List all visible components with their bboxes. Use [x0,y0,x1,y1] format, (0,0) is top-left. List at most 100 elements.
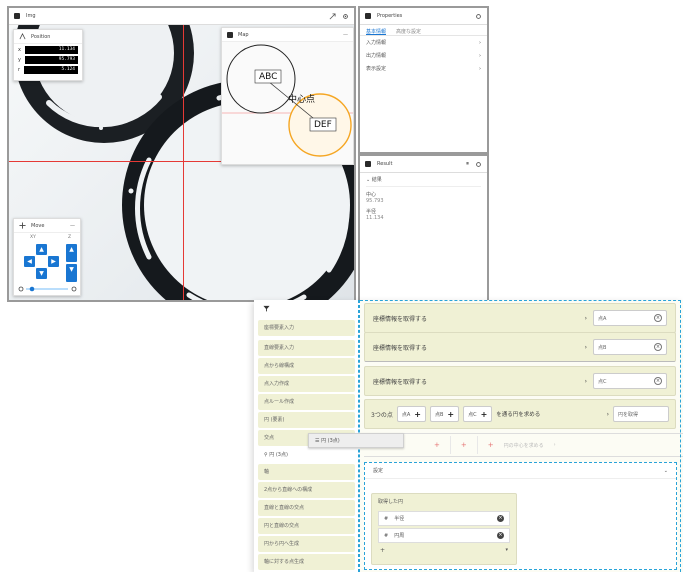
gear-icon[interactable] [342,13,349,20]
menu-item-input[interactable]: 入力情報 › [360,36,487,49]
chevron-right-icon: › [584,314,587,322]
three-point-circle-block[interactable]: 3つの点 点A + 点B + 点C + を通る円を求める › 円を取得 [364,399,676,429]
map-icon [227,31,233,38]
tab-advanced[interactable]: 高度な設定 [396,28,421,35]
map-label-center: 中心点 [288,95,316,105]
palette-item[interactable]: 円と直線の交点 [258,518,355,534]
result-select[interactable]: 円を取得 [613,406,669,422]
minimize-icon[interactable]: — [70,223,75,229]
tab-basic[interactable]: 基本情報 [366,28,387,35]
remove-icon[interactable]: × [497,515,504,522]
palette-item[interactable]: 座標要素入力 [258,320,355,336]
add-icon[interactable]: + [488,441,494,449]
properties-tabs: 基本情報 高度な設定 [360,25,487,36]
chevron-right-icon: › [479,39,481,46]
camera-image[interactable]: Position x 11.134 y 95.793 r 5.124 Move … [9,25,354,300]
chevron-down-icon[interactable]: ⌄ [664,468,668,474]
app-icon [14,13,20,19]
move-icon [19,222,26,229]
point-b-slot[interactable]: 点B + [429,406,460,422]
point-select[interactable]: 点A × [593,310,667,326]
coord-row-x: x 11.134 [18,46,78,54]
remove-icon[interactable]: × [497,532,504,539]
palette-item[interactable]: 円から円へ生成 [258,536,355,552]
palette-item[interactable]: 円 (要素) [258,412,355,428]
map-label-def: DEF [314,120,332,130]
coords-title: Position [31,33,51,40]
gear-icon[interactable] [475,13,482,20]
block-canvas[interactable]: 座標情報を取得する › 点A × 座標情報を取得する › 点B × 座標情報を取得す… [358,300,683,572]
drag-tooltip: ☰ 円 (3点) [308,433,404,448]
chevron-down-icon[interactable]: ⌄ [366,177,370,183]
jog-title: Move [31,222,45,229]
menu-item-output[interactable]: 出力情報 › [360,49,487,62]
add-icon[interactable]: + [434,441,440,449]
zoom-slider[interactable] [18,285,78,293]
palette-item[interactable]: 点ルール作成 [258,394,355,410]
result-title: Result [377,161,393,167]
menu-item-display[interactable]: 表示設定 › [360,62,487,75]
gear-icon[interactable] [475,161,482,168]
palette-item[interactable]: 直線要素入力 [258,340,355,356]
coord-row-r: r 5.124 [18,66,78,74]
crosshair-vertical [183,25,184,300]
z-up-button[interactable]: ▲ [66,244,77,262]
chevron-right-icon: › [553,442,556,448]
chevron-right-icon: › [479,52,481,59]
viewer-titlebar: Img [9,8,354,25]
filter-icon[interactable] [263,305,270,312]
axis-icon [19,33,26,40]
chevron-down-icon[interactable]: ▾ [505,547,508,554]
jog-down-button[interactable]: ▼ [36,268,47,279]
close-icon[interactable]: × [654,377,662,385]
circle-list-block[interactable]: 取得した円 # 半径 × # 円周 × + ▾ [371,493,517,565]
get-coordinate-block[interactable]: 座標情報を取得する › 点B × [364,332,676,362]
jog-up-button[interactable]: ▲ [36,244,47,255]
map-title: Map [238,31,249,38]
properties-title: Properties [377,13,403,19]
palette-item[interactable]: 2点から直線への構成 [258,482,355,498]
result-row-radius: 半径 11.134 [366,209,384,221]
close-icon[interactable]: × [654,314,662,322]
chevron-right-icon: › [479,65,481,72]
jog-right-button[interactable]: ▶ [48,256,59,267]
expand-icon[interactable] [329,12,336,20]
palette-item[interactable]: 軸に対する点生成 [258,554,355,570]
panel-icon [365,13,371,19]
point-select[interactable]: 点C × [593,373,667,389]
coord-value-r: 5.124 [24,66,78,74]
point-c-slot[interactable]: 点C + [463,406,493,422]
list-item[interactable]: # 半径 × [378,511,510,526]
panel-icon [365,161,371,167]
get-coordinate-block[interactable]: 座標情報を取得する › 点C × [364,366,676,396]
close-icon[interactable]: × [654,343,662,351]
coord-row-y: y 95.793 [18,56,78,64]
z-down-button[interactable]: ▼ [66,264,77,282]
settings-group: 設定 ⌄ 取得した円 # 半径 × # 円周 × + ▾ [364,462,677,570]
result-panel: Result ⏸ ⌄ 結果 中心 95.793 半径 11.134 [358,154,489,302]
palette-item-drag-source[interactable]: ⚲ 円 (3点) [258,447,355,463]
coord-value-x: 11.134 [24,46,78,54]
coord-value-y: 95.793 [24,56,78,64]
list-item[interactable]: # 円周 × [378,528,510,543]
ghost-drop-block[interactable]: + + + 円の中心を求める › [364,433,683,457]
image-viewer-window: Img Position x 11.134 y 95.793 r 5.124 M… [7,6,356,302]
get-coordinate-block[interactable]: 座標情報を取得する › 点A × [364,303,676,333]
pause-icon[interactable]: ⏸ [466,160,469,168]
add-icon[interactable]: + [461,441,467,449]
palette-item[interactable]: 直線と直線の交点 [258,500,355,516]
result-section: 結果 [371,177,382,183]
palette-item[interactable]: 軸 [258,464,355,480]
hash-icon: # [384,515,389,522]
minimize-icon[interactable]: — [343,32,348,38]
point-a-slot[interactable]: 点A + [396,406,426,422]
properties-panel: Properties 基本情報 高度な設定 入力情報 › 出力情報 › 表示設定 › [358,6,489,154]
chevron-right-icon: › [606,410,609,418]
jog-left-button[interactable]: ◀ [24,256,35,267]
hash-icon: # [384,532,389,539]
chevron-right-icon: › [584,377,587,385]
result-row-center: 中心 95.793 [366,192,384,204]
palette-item[interactable]: 点から線構成 [258,358,355,374]
palette-item[interactable]: 点入力作成 [258,376,355,392]
point-select[interactable]: 点B × [593,339,667,355]
